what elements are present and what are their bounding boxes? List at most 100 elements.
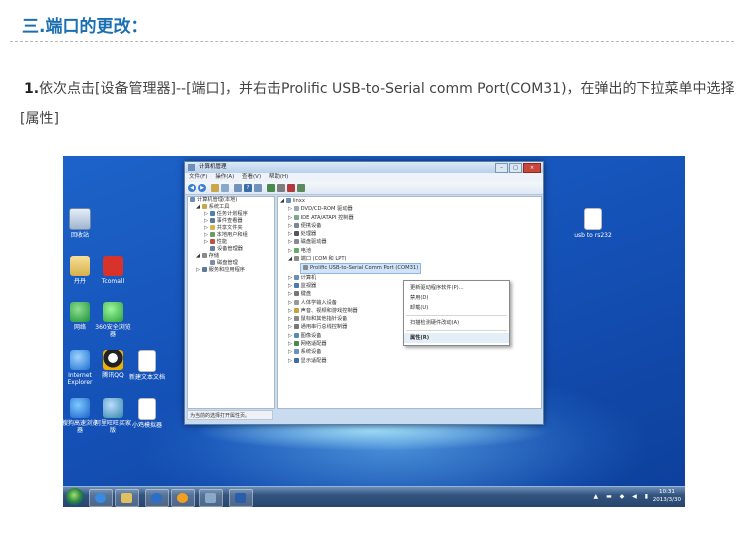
back-icon[interactable]: ◀ bbox=[188, 184, 196, 192]
services-icon bbox=[201, 267, 207, 272]
desktop-icon-usb-rs232[interactable]: usb to rs232 bbox=[573, 208, 613, 239]
help-icon[interactable]: ? bbox=[244, 184, 252, 192]
computer-icon bbox=[190, 197, 195, 202]
scan-icon[interactable] bbox=[267, 184, 275, 192]
menu-help[interactable]: 帮助(H) bbox=[269, 174, 288, 180]
windows-screenshot: 回收站 丹丹 Tcomall 网络 360安全浏览器 Internet Expl… bbox=[63, 156, 685, 507]
taskbar-ie[interactable] bbox=[89, 489, 113, 507]
tree-item[interactable]: ▷ 本地用户和组 bbox=[188, 232, 274, 239]
desktop-icon-recycle-bin[interactable]: 回收站 bbox=[63, 208, 100, 239]
menu-action[interactable]: 操作(A) bbox=[215, 174, 234, 180]
shared-folder-icon bbox=[209, 225, 215, 230]
menu-file[interactable]: 文件(F) bbox=[189, 174, 207, 180]
desktop-icon-text-doc[interactable]: 新建文本文档 bbox=[127, 350, 167, 381]
dashed-divider bbox=[10, 41, 734, 42]
menu-item-scan-hardware[interactable]: 扫描检测硬件改动(A) bbox=[404, 318, 509, 328]
users-icon bbox=[209, 232, 215, 237]
device-item[interactable]: ▷ 显示适配器 bbox=[278, 357, 541, 365]
window-titlebar[interactable]: 计算机管理 – □ × bbox=[185, 162, 543, 173]
tree-item[interactable]: ▷ 服务和应用程序 bbox=[188, 267, 274, 274]
computer-icon bbox=[293, 274, 299, 280]
taskbar-word[interactable] bbox=[229, 489, 253, 507]
computer-management-icon bbox=[205, 493, 216, 503]
properties-icon[interactable] bbox=[234, 184, 242, 192]
menu-item-disable[interactable]: 禁用(D) bbox=[404, 293, 509, 303]
qq-icon bbox=[103, 350, 123, 370]
usb-icon bbox=[293, 324, 299, 330]
tree-item[interactable]: ▷ 事件查看器 bbox=[188, 218, 274, 225]
tree-item[interactable]: ▷ 任务计划程序 bbox=[188, 211, 274, 218]
document-icon bbox=[138, 398, 156, 420]
dvd-icon bbox=[293, 206, 299, 212]
status-bar: 为当前的选择打开属性页。 bbox=[187, 410, 273, 420]
step-paragraph: 1.依次点击[设备管理器]--[端口]，并右击Prolific USB-to-S… bbox=[20, 74, 736, 134]
start-button[interactable] bbox=[66, 488, 84, 506]
clock[interactable]: 10:31 2013/3/30 bbox=[653, 488, 681, 504]
panel-icon[interactable] bbox=[254, 184, 262, 192]
device-item-prolific-port[interactable]: Prolific USB-to-Serial Comm Port (COM31) bbox=[278, 263, 541, 274]
uninstall-icon[interactable] bbox=[287, 184, 295, 192]
desktop-icon-emulator[interactable]: 小鸡模拟器 bbox=[127, 398, 167, 429]
step-number: 1. bbox=[24, 81, 40, 97]
tree-item[interactable]: ◢ 系统工具 bbox=[188, 204, 274, 211]
menu-bar: 文件(F) 操作(A) 查看(V) 帮助(H) bbox=[185, 173, 543, 182]
minimize-button[interactable]: – bbox=[495, 163, 508, 173]
device-item[interactable]: ◢ linxx bbox=[278, 197, 541, 205]
desktop-icon-tcomall[interactable]: Tcomall bbox=[93, 256, 133, 285]
wangwang-icon bbox=[177, 493, 188, 503]
device-manager-icon bbox=[210, 246, 215, 251]
taskbar-explorer[interactable] bbox=[115, 489, 139, 507]
device-item[interactable]: ▷ 磁盘驱动器 bbox=[278, 238, 541, 246]
network-adapter-icon bbox=[293, 341, 299, 347]
tree-item[interactable]: ▷ 共享文件夹 bbox=[188, 225, 274, 232]
tools-icon bbox=[201, 204, 207, 209]
system-tray[interactable]: ▲ ▬ ◆ ◀ ▮ bbox=[594, 493, 651, 500]
taskbar-wangwang[interactable] bbox=[171, 489, 195, 507]
forward-icon[interactable]: ▶ bbox=[198, 184, 206, 192]
desktop-icon-360[interactable]: 360安全浏览器 bbox=[93, 302, 133, 338]
toolbar: ◀ ▶ ? bbox=[185, 182, 543, 195]
menu-view[interactable]: 查看(V) bbox=[242, 174, 261, 180]
enable-icon[interactable] bbox=[297, 184, 305, 192]
tree-item-device-manager[interactable]: 设备管理器 bbox=[188, 246, 274, 253]
device-item[interactable]: ▷ 系统设备 bbox=[278, 348, 541, 356]
imaging-icon bbox=[293, 332, 299, 338]
recycle-bin-icon bbox=[69, 208, 91, 230]
battery-icon bbox=[293, 247, 299, 253]
device-item[interactable]: ▷ 便携设备 bbox=[278, 222, 541, 230]
menu-item-update-driver[interactable]: 更新驱动程序软件(P)... bbox=[404, 283, 509, 293]
folder-icon bbox=[121, 493, 132, 503]
browser-icon bbox=[103, 302, 123, 322]
update-driver-icon[interactable] bbox=[277, 184, 285, 192]
device-item[interactable]: ▷ IDE ATA/ATAPI 控制器 bbox=[278, 214, 541, 222]
tree-item[interactable]: 磁盘管理 bbox=[188, 260, 274, 267]
up-folder-icon[interactable] bbox=[211, 184, 219, 192]
tree-item[interactable]: ◢ 存储 bbox=[188, 253, 274, 260]
menu-item-uninstall[interactable]: 卸载(U) bbox=[404, 303, 509, 313]
wangwang-icon bbox=[103, 398, 123, 418]
menu-item-properties[interactable]: 属性(R) bbox=[404, 333, 509, 343]
menu-separator bbox=[406, 315, 507, 316]
show-tree-icon[interactable] bbox=[221, 184, 229, 192]
device-item[interactable]: ▷ 处理器 bbox=[278, 230, 541, 238]
disk-drive-icon bbox=[293, 239, 299, 245]
taskbar-sogou[interactable] bbox=[145, 489, 169, 507]
device-item-ports[interactable]: ◢ 端口 (COM 和 LPT) bbox=[278, 255, 541, 263]
device-item[interactable]: ▷ DVD/CD-ROM 驱动器 bbox=[278, 205, 541, 213]
taskbar-computer-management[interactable] bbox=[199, 489, 223, 507]
document-icon bbox=[138, 350, 156, 372]
port-icon bbox=[293, 256, 299, 262]
computer-icon bbox=[285, 198, 291, 203]
document-icon bbox=[584, 208, 602, 230]
tree-item[interactable]: 计算机管理(本地) bbox=[188, 197, 274, 204]
ide-icon bbox=[293, 214, 299, 220]
device-item[interactable]: ▷ 电池 bbox=[278, 247, 541, 255]
sound-icon bbox=[293, 307, 299, 313]
folder-icon bbox=[70, 256, 90, 276]
close-button[interactable]: × bbox=[523, 163, 541, 173]
maximize-button[interactable]: □ bbox=[509, 163, 522, 173]
menu-separator bbox=[406, 330, 507, 331]
taskbar: ▲ ▬ ◆ ◀ ▮ 10:31 2013/3/30 bbox=[63, 486, 685, 507]
port-icon bbox=[303, 265, 308, 271]
tree-item[interactable]: ▷ 性能 bbox=[188, 239, 274, 246]
